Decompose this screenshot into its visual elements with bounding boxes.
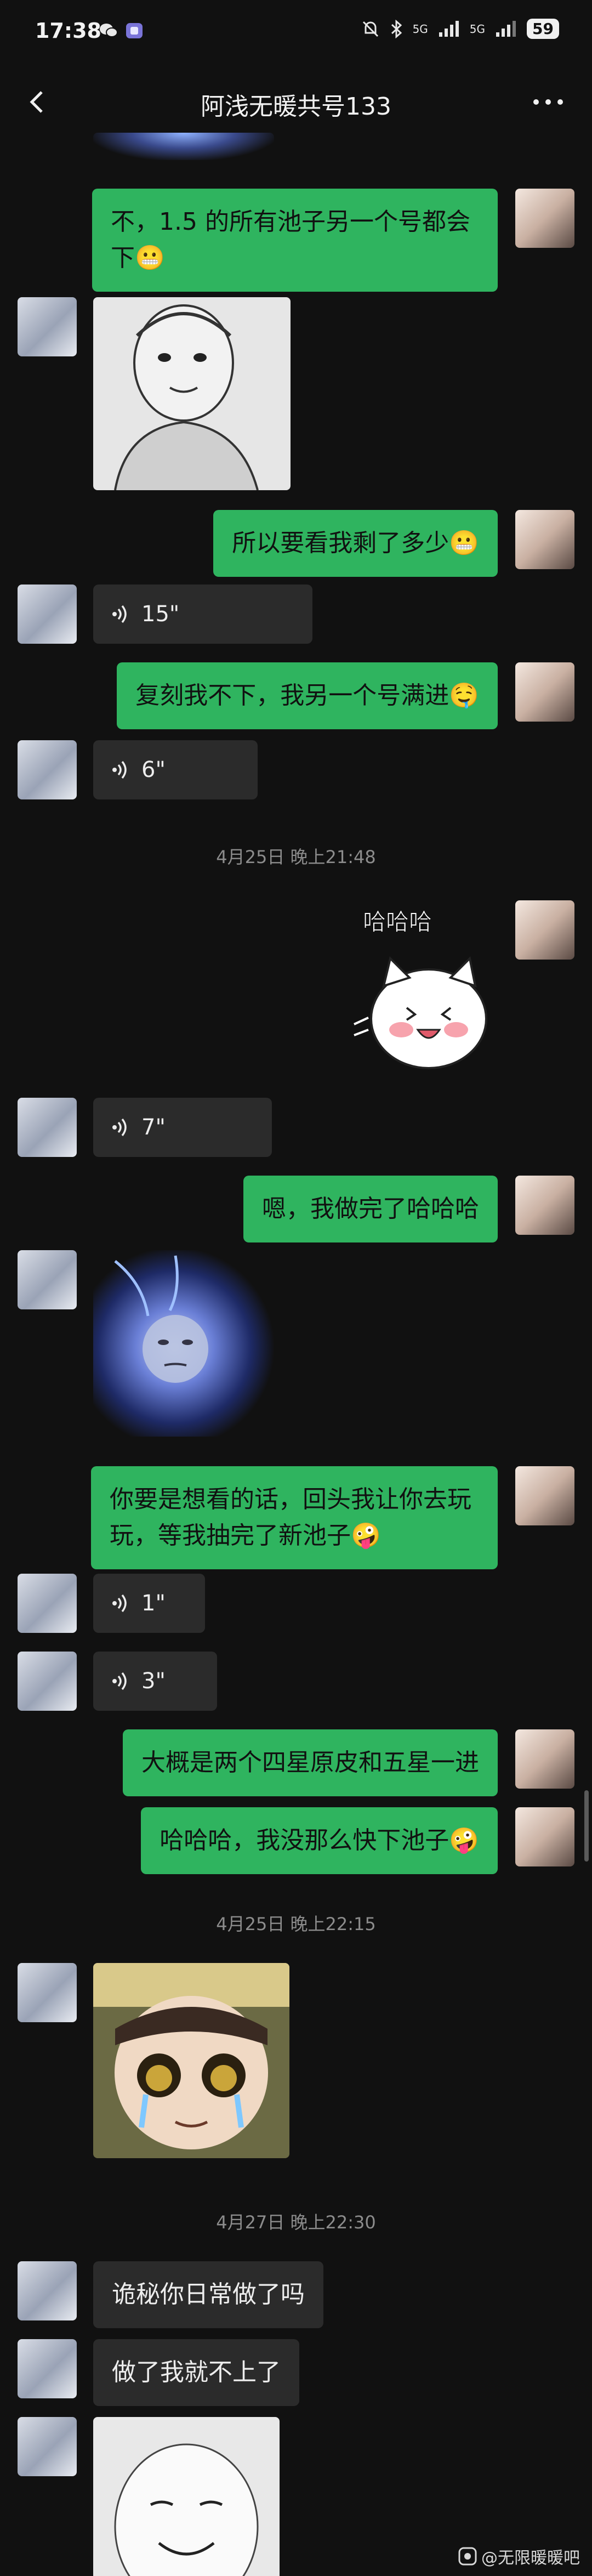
watermark-text: @无限暖暖吧 <box>481 2549 580 2568</box>
message-bubble-outgoing[interactable]: 所以要看我剩了多少😬 <box>213 510 498 577</box>
chat-title: 阿浅无暖共号133 <box>201 93 391 121</box>
contact-avatar[interactable] <box>18 2261 77 2320</box>
network-label-2: 5G <box>469 22 486 36</box>
message-bubble-outgoing[interactable]: 嗯，我做完了哈哈哈 <box>243 1176 498 1242</box>
wechat-icon <box>100 24 118 37</box>
sticker-caption: 哈哈哈 <box>363 909 432 935</box>
message-bubble-outgoing[interactable]: 不，1.5 的所有池子另一个号都会下😬 <box>92 189 498 292</box>
voice-wave-icon <box>112 1118 127 1137</box>
contact-avatar[interactable] <box>18 1574 77 1633</box>
contact-avatar[interactable] <box>18 2339 77 2398</box>
my-avatar[interactable] <box>515 1807 574 1866</box>
status-icons: 5G 5G 59 <box>361 19 559 39</box>
meme-face-image <box>114 2443 259 2576</box>
message-bubble-outgoing[interactable]: 你要是想看的话，回头我让你去玩 玩，等我抽完了新池子🤪 <box>91 1466 498 1569</box>
signal-icon-2 <box>496 20 516 37</box>
scrollbar-thumb[interactable] <box>584 1790 589 1862</box>
my-avatar[interactable] <box>515 1466 574 1525</box>
voice-wave-icon <box>112 761 127 779</box>
message-bubble-outgoing[interactable]: 复刻我不下，我另一个号满进🤤 <box>117 662 498 729</box>
contact-avatar[interactable] <box>18 585 77 644</box>
watermark: @无限暖暖吧 <box>458 2544 580 2568</box>
voice-message[interactable]: 15" <box>93 585 312 644</box>
voice-duration: 15" <box>141 602 180 627</box>
voice-wave-icon <box>112 1672 127 1690</box>
voice-duration: 7" <box>141 1115 166 1140</box>
my-avatar[interactable] <box>515 900 574 960</box>
my-avatar[interactable] <box>515 662 574 722</box>
contact-avatar[interactable] <box>18 1250 77 1309</box>
signal-icon <box>439 20 459 37</box>
contact-avatar[interactable] <box>18 2417 77 2476</box>
mute-icon <box>362 21 378 37</box>
contact-avatar[interactable] <box>18 297 77 356</box>
voice-message[interactable]: 6" <box>93 740 258 799</box>
sketch-face-sticker <box>114 304 259 490</box>
status-bar: 17:38 5G 5G 59 <box>0 0 592 72</box>
my-avatar[interactable] <box>515 189 574 248</box>
contact-avatar[interactable] <box>18 1652 77 1711</box>
voice-wave-icon <box>112 1594 127 1613</box>
doll-face-image <box>93 1963 289 2149</box>
contact-avatar[interactable] <box>18 1098 77 1157</box>
message-bubble-incoming[interactable]: 做了我就不上了 <box>93 2339 299 2406</box>
voice-duration: 6" <box>141 757 166 782</box>
app-notification-icon <box>126 23 143 38</box>
my-avatar[interactable] <box>515 1176 574 1235</box>
glowing-face-sticker[interactable] <box>93 1250 274 1437</box>
message-line: 玩，等我抽完了新池子🤪 <box>110 1522 381 1550</box>
network-label: 5G <box>412 22 428 36</box>
timestamp: 4月27日 晚上22:30 <box>216 2212 376 2233</box>
message-list[interactable]: 不，1.5 的所有池子另一个号都会下😬 所以要看我剩了多少😬 15" 复刻我不下… <box>0 133 592 2576</box>
sticker-image[interactable] <box>93 297 291 490</box>
voice-message[interactable]: 3" <box>93 1652 217 1711</box>
voice-message[interactable]: 1" <box>93 1574 205 1633</box>
bluetooth-icon <box>391 19 402 38</box>
more-icon[interactable] <box>532 97 565 107</box>
chat-header: 阿浅无暖共号133 <box>0 72 592 133</box>
message-bubble-incoming[interactable]: 诡秘你日常做了吗 <box>93 2261 323 2328</box>
laughing-cat-sticker: 哈哈哈 <box>354 909 487 1069</box>
message-line: 你要是想看的话，回头我让你去玩 <box>110 1485 471 1513</box>
my-avatar[interactable] <box>515 1729 574 1789</box>
battery-indicator: 59 <box>527 19 559 39</box>
crying-doll-sticker[interactable] <box>93 1963 289 2158</box>
contact-avatar[interactable] <box>18 740 77 799</box>
cat-sticker[interactable]: 哈哈哈 <box>346 898 500 1085</box>
my-avatar[interactable] <box>515 510 574 569</box>
status-time: 17:38 <box>35 19 101 43</box>
voice-wave-icon <box>112 605 127 623</box>
voice-message[interactable]: 7" <box>93 1098 272 1157</box>
message-bubble-outgoing[interactable]: 大概是两个四星原皮和五星一进 <box>123 1729 498 1796</box>
tieba-logo-icon <box>458 2547 477 2566</box>
sticker-image-partial[interactable] <box>93 133 274 160</box>
voice-duration: 3" <box>141 1669 166 1694</box>
smug-face-sticker[interactable] <box>93 2417 280 2576</box>
message-bubble-outgoing[interactable]: 哈哈哈，我没那么快下池子🤪 <box>141 1807 498 1874</box>
timestamp: 4月25日 晚上21:48 <box>216 847 376 867</box>
timestamp: 4月25日 晚上22:15 <box>216 1914 376 1934</box>
voice-duration: 1" <box>141 1591 166 1616</box>
contact-avatar[interactable] <box>18 1963 77 2022</box>
ghost-face-image <box>114 1255 208 1383</box>
